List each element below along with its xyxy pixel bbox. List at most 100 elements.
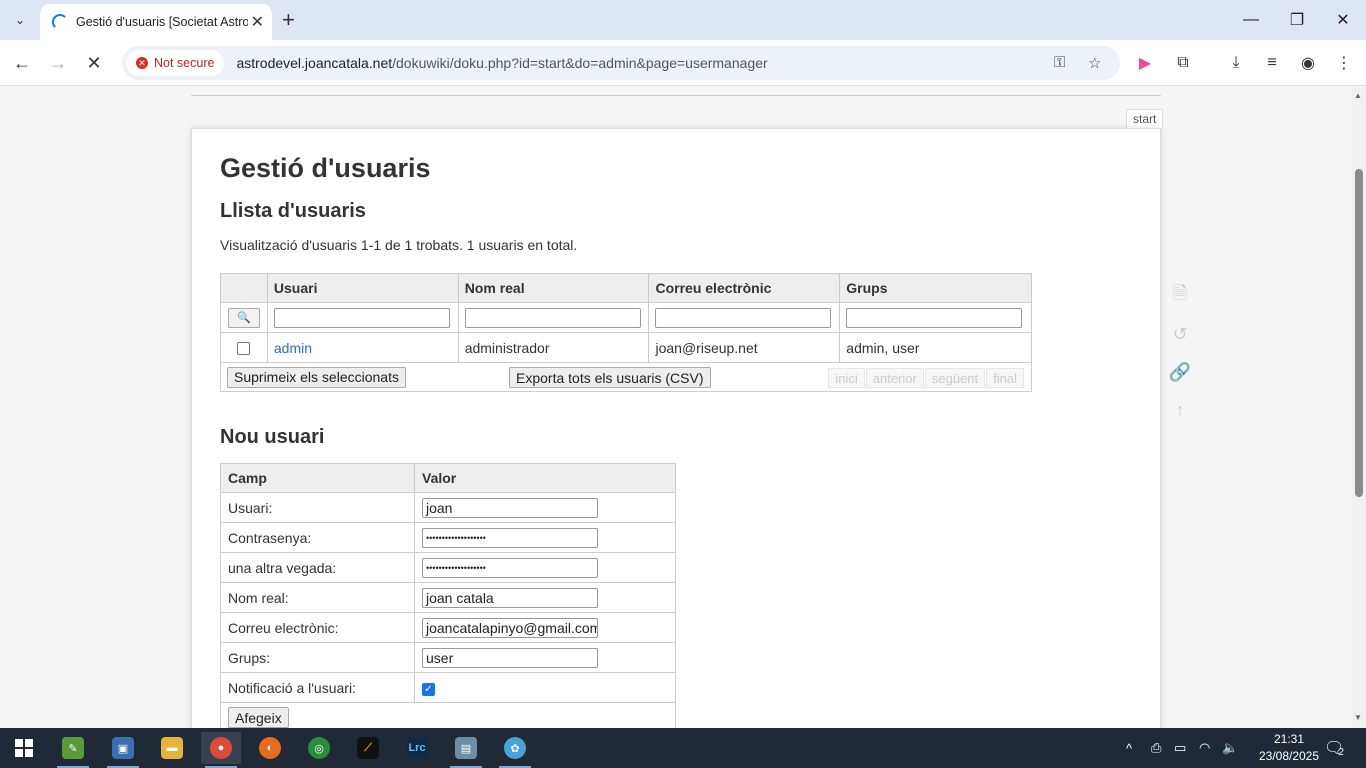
filter-name-input[interactable] (464, 307, 641, 328)
new-tab-button[interactable]: + (282, 8, 295, 32)
page-id-badge[interactable]: start (1126, 109, 1164, 129)
url-host: astrodevel.joancatala.net (236, 55, 393, 71)
taskbar-app-sky[interactable]: ⟋ (348, 732, 388, 764)
tab-search-button[interactable]: ⌄ (8, 8, 32, 32)
tray-overflow-icon[interactable]: ^ (1126, 728, 1132, 768)
volume-icon[interactable]: 🔈 (1222, 728, 1238, 768)
taskbar-app-notepad[interactable]: ✎ (53, 732, 93, 768)
user-list-heading: Llista d'usuaris (220, 200, 366, 222)
password-key-icon[interactable]: ⚿ (1054, 54, 1065, 71)
page-viewport: start Gestió d'usuaris Llista d'usuaris … (0, 87, 1352, 728)
url-path: /dokuwiki/doku.php?id=start&do=admin&pag… (392, 55, 768, 71)
pager-last-button[interactable]: final (986, 368, 1024, 388)
table-header-row: Usuari Nom real Correu electrònic Grups (220, 273, 1032, 303)
clock-date: 23/08/2025 (1258, 749, 1320, 763)
export-csv-button[interactable]: Exporta tots els usuaris (CSV) (509, 367, 711, 388)
column-header-email: Correu electrònic (648, 273, 841, 303)
url-text: astrodevel.joancatala.net/dokuwiki/doku.… (236, 55, 767, 71)
taskbar-clock[interactable]: 21:31 23/08/2025 (1254, 731, 1324, 765)
lightroom-icon: Lrc (406, 737, 428, 759)
loading-spinner-icon (52, 14, 68, 30)
taskbar-app-chrome[interactable]: ● (201, 732, 241, 768)
form-row: Nom real: joan catala (220, 582, 676, 613)
scrollbar-thumb[interactable] (1355, 169, 1363, 497)
taskbar-app-lightroom[interactable]: Lrc (397, 732, 437, 764)
extension-media-icon[interactable]: ▶ (1134, 52, 1156, 74)
taskbar-app-remote[interactable]: ▣ (103, 732, 143, 768)
taskbar-app-monitor[interactable]: ▤ (446, 732, 486, 768)
tray-device-icon[interactable]: ⎙ (1151, 728, 1161, 768)
form-row: Notificació a l'usuari: ✓ (220, 672, 676, 703)
user-field[interactable]: joan (422, 497, 598, 518)
scroll-down-icon[interactable]: ▼ (1354, 713, 1362, 722)
taskbar-app-explorer[interactable]: ▬ (152, 732, 192, 764)
add-user-button[interactable]: Afegeix (228, 707, 289, 728)
wifi-icon[interactable]: ◠ (1199, 728, 1210, 768)
paint-icon: ✿ (504, 737, 526, 759)
forward-button[interactable]: → (45, 50, 71, 76)
restore-button[interactable]: ❐ (1274, 6, 1320, 34)
address-bar[interactable]: ✕ Not secure astrodevel.joancatala.net/d… (122, 46, 1120, 80)
windows-logo-icon (15, 739, 33, 757)
filter-user-input[interactable] (273, 307, 450, 328)
field-label-password-confirm: una altra vegada: (220, 552, 415, 583)
sky-app-icon: ⟋ (357, 737, 379, 759)
security-chip[interactable]: ✕ Not secure (126, 50, 225, 76)
extensions-puzzle-icon[interactable]: ⧉ (1172, 52, 1194, 74)
filter-search-button[interactable]: 🔍 (228, 307, 260, 328)
firefox-icon: ◐ (259, 737, 281, 759)
pager-first-button[interactable]: inici (828, 368, 865, 388)
back-to-top-icon[interactable]: ↑ (1168, 399, 1192, 421)
form-submit-row: Afegeix (220, 702, 676, 728)
page-scrollbar[interactable]: ▲ ▼ (1352, 87, 1366, 728)
download-icon[interactable]: ⤓ (1225, 52, 1247, 74)
form-row: Contrasenya: ••••••••••••••••••• (220, 522, 676, 553)
pager-next-button[interactable]: següent (924, 368, 986, 388)
back-button[interactable]: ← (9, 50, 35, 76)
minimize-button[interactable]: — (1228, 6, 1274, 34)
taskbar-app-stellarium[interactable]: ◎ (299, 732, 339, 764)
password-field[interactable]: ••••••••••••••••••• (422, 527, 598, 548)
email-field[interactable]: joancatalapinyo@gmail.com (422, 617, 598, 638)
stop-button[interactable]: ✕ (81, 50, 107, 76)
delete-selected-button[interactable]: Suprimeix els seleccionats (227, 366, 406, 388)
groups-field[interactable]: user (422, 647, 598, 668)
new-user-form: Camp Valor Usuari: joan Contrasenya: •••… (220, 463, 676, 728)
password-confirm-field[interactable]: ••••••••••••••••••• (422, 557, 598, 578)
battery-icon[interactable]: ▭ (1174, 728, 1186, 768)
profile-icon[interactable]: ◉ (1297, 52, 1319, 74)
page-title: Gestió d'usuaris (220, 153, 431, 183)
chrome-icon: ● (210, 737, 232, 759)
close-window-button[interactable]: ✕ (1320, 6, 1366, 34)
warning-icon: ✕ (136, 57, 148, 69)
backlinks-icon[interactable]: 🔗 (1168, 361, 1192, 383)
browser-tab[interactable]: Gestió d'usuaris [Societat Astro ✕ (40, 4, 272, 40)
form-row: Grups: user (220, 642, 676, 673)
filter-email-input[interactable] (655, 307, 832, 328)
real-name-field[interactable]: joan catala (422, 587, 598, 608)
notifications-icon[interactable]: 🗨 2 (1324, 728, 1344, 768)
bookmark-star-icon[interactable]: ☆ (1088, 54, 1101, 72)
taskbar-app-firefox[interactable]: ◐ (250, 732, 290, 764)
folder-icon: ▬ (161, 737, 183, 759)
select-user-checkbox[interactable] (237, 342, 250, 356)
user-real-name: administrador (457, 332, 650, 363)
taskbar-app-paint[interactable]: ✿ (495, 732, 535, 768)
menu-kebab-icon[interactable]: ⋮ (1333, 52, 1355, 74)
user-login-link[interactable]: admin (274, 340, 312, 356)
column-header-name: Nom real (457, 273, 650, 303)
notify-user-checkbox[interactable]: ✓ (422, 683, 435, 696)
revisions-icon[interactable]: ↺ (1168, 323, 1192, 345)
pager-prev-button[interactable]: anterior (865, 368, 924, 388)
select-column-header (220, 273, 268, 303)
user-list-table: Usuari Nom real Correu electrònic Grups … (220, 273, 1032, 392)
filter-groups-input[interactable] (846, 307, 1023, 328)
clock-time: 21:31 (1273, 732, 1305, 746)
show-page-icon[interactable]: 🗎 (1168, 283, 1192, 307)
admin-content: Gestió d'usuaris Llista d'usuaris Visual… (191, 128, 1161, 728)
media-controls-icon[interactable]: ≡ (1261, 52, 1283, 74)
start-button[interactable] (4, 732, 44, 764)
close-tab-icon[interactable]: ✕ (251, 12, 264, 32)
remote-desktop-icon: ▣ (112, 737, 134, 759)
scroll-up-icon[interactable]: ▲ (1354, 91, 1362, 100)
